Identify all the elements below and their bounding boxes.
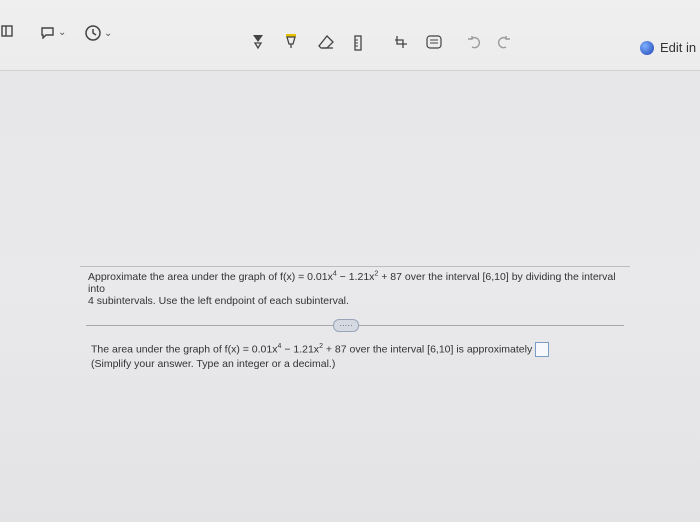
ruler-icon[interactable] bbox=[352, 34, 364, 52]
toolbar: ⌄ ⌄ Edit in F bbox=[0, 0, 700, 71]
question-prefix: Approximate the area under the graph of … bbox=[88, 271, 333, 283]
edit-in-app-button[interactable]: Edit in F bbox=[640, 40, 700, 55]
answer-text: The area under the graph of f(x) = 0.01x… bbox=[91, 342, 611, 370]
sidebar-toggle-icon[interactable] bbox=[0, 22, 14, 40]
eraser-icon[interactable] bbox=[317, 34, 335, 50]
insert-space-icon[interactable] bbox=[393, 34, 409, 50]
chevron-down-icon: ⌄ bbox=[104, 27, 113, 39]
history-dropdown-button[interactable]: ⌄ bbox=[84, 24, 112, 42]
clock-dropdown-icon bbox=[85, 25, 101, 41]
app-logo-icon bbox=[640, 40, 654, 55]
expand-more-button[interactable]: ····· bbox=[333, 319, 359, 332]
shape-dropdown-icon bbox=[41, 27, 54, 39]
question-text: Approximate the area under the graph of … bbox=[88, 271, 628, 308]
question-line-2: 4 subintervals. Use the left endpoint of… bbox=[88, 295, 349, 307]
undo-icon[interactable] bbox=[466, 34, 482, 50]
ink-to-text-icon[interactable] bbox=[425, 34, 443, 50]
answer-hint: (Simplify your answer. Type an integer o… bbox=[91, 358, 336, 370]
lasso-select-icon[interactable] bbox=[250, 32, 266, 52]
redo-icon[interactable] bbox=[496, 34, 512, 50]
highlighter-icon[interactable] bbox=[283, 32, 299, 50]
answer-input[interactable] bbox=[535, 342, 550, 357]
shape-dropdown-button[interactable]: ⌄ bbox=[40, 24, 66, 40]
chevron-down-icon: ⌄ bbox=[58, 26, 67, 38]
answer-mid: − 1.21x bbox=[281, 343, 320, 356]
edit-in-app-label: Edit in F bbox=[660, 40, 700, 55]
question-mid: − 1.21x bbox=[336, 271, 375, 283]
question-top-divider bbox=[80, 266, 630, 267]
answer-suffix: + 87 over the interval [6,10] is approxi… bbox=[322, 343, 533, 356]
answer-prefix: The area under the graph of f(x) = 0.01x bbox=[91, 343, 278, 356]
